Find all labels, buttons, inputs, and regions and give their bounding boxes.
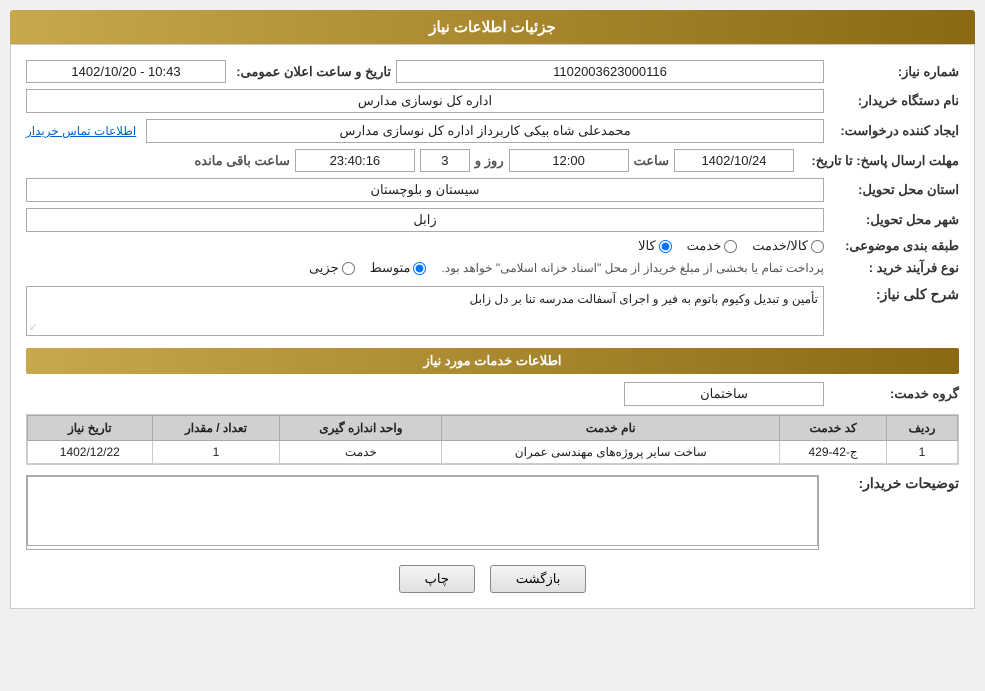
buyer-org-label: نام دستگاه خریدار: <box>829 93 959 109</box>
service-group-label: گروه خدمت: <box>829 386 959 402</box>
category-option-kala[interactable]: کالا <box>638 238 672 254</box>
cell-name: ساخت سایر پروژه‌های مهندسی عمران <box>442 441 780 464</box>
creator-label: ایجاد کننده درخواست: <box>829 123 959 139</box>
category-radio-group: کالا/خدمت خدمت کالا <box>638 238 824 254</box>
radio-jozi[interactable] <box>342 262 355 275</box>
col-header-row: ردیف <box>887 416 958 441</box>
category-row: طبقه بندی موضوعی: کالا/خدمت خدمت کالا <box>26 238 959 254</box>
category-option-khedmat[interactable]: خدمت <box>687 238 738 254</box>
col-header-unit: واحد اندازه گیری <box>280 416 442 441</box>
table-body: 1 ج-42-429 ساخت سایر پروژه‌های مهندسی عم… <box>28 441 958 464</box>
cell-date: 1402/12/22 <box>28 441 153 464</box>
need-description-section: شرح کلی نیاز: تأمین و تبدیل وکیوم باتوم … <box>26 286 959 336</box>
category-label: طبقه بندی موضوعی: <box>829 238 959 254</box>
response-remaining-label: ساعت باقی مانده <box>194 153 289 169</box>
purchase-type-jozi[interactable]: جزیی <box>309 260 355 276</box>
cell-unit: خدمت <box>280 441 442 464</box>
response-date-value: 1402/10/24 <box>674 149 794 172</box>
services-table: ردیف کد خدمت نام خدمت واحد اندازه گیری ت… <box>27 415 958 464</box>
category-option-kala-khedmat[interactable]: کالا/خدمت <box>752 238 824 254</box>
page-header: جزئیات اطلاعات نیاز <box>10 10 975 44</box>
print-button[interactable]: چاپ <box>399 565 475 593</box>
col-header-qty: تعداد / مقدار <box>152 416 280 441</box>
response-days-label: روز و <box>475 153 504 169</box>
service-group-row: گروه خدمت: ساختمان <box>26 382 959 406</box>
radio-kala-khedmat[interactable] <box>811 240 824 253</box>
need-number-label: شماره نیاز: <box>829 64 959 80</box>
main-content: شماره نیاز: 1102003623000116 تاریخ و ساع… <box>10 44 975 609</box>
creator-value: محمدعلی شاه بیکی کاربرداز اداره کل نوساز… <box>146 119 824 143</box>
cell-row: 1 <box>887 441 958 464</box>
response-time-value: 12:00 <box>509 149 629 172</box>
deadline-row: مهلت ارسال پاسخ: تا تاریخ: 1402/10/24 سا… <box>26 149 959 172</box>
col-header-code: کد خدمت <box>780 416 887 441</box>
response-remaining-value: 23:40:16 <box>295 149 415 172</box>
deadline-label: مهلت ارسال پاسخ: تا تاریخ: <box>799 153 959 169</box>
city-label: شهر محل تحویل: <box>829 212 959 228</box>
table-header: ردیف کد خدمت نام خدمت واحد اندازه گیری ت… <box>28 416 958 441</box>
services-section-title: اطلاعات خدمات مورد نیاز <box>26 348 959 374</box>
header-title: جزئیات اطلاعات نیاز <box>429 19 556 36</box>
buyer-notes-textarea[interactable] <box>27 476 818 546</box>
response-time-label: ساعت <box>634 153 669 169</box>
cell-code: ج-42-429 <box>780 441 887 464</box>
buyer-org-value: اداره کل نوسازی مدارس <box>26 89 824 113</box>
buyer-org-row: نام دستگاه خریدار: اداره کل نوسازی مدارس <box>26 89 959 113</box>
province-label: استان محل تحویل: <box>829 182 959 198</box>
radio-khedmat[interactable] <box>724 240 737 253</box>
buyer-notes-label: توضیحات خریدار: <box>829 475 959 492</box>
buyer-notes-wrapper <box>26 475 819 550</box>
table-row: 1 ج-42-429 ساخت سایر پروژه‌های مهندسی عم… <box>28 441 958 464</box>
response-days-value: 3 <box>420 149 470 172</box>
col-header-name: نام خدمت <box>442 416 780 441</box>
city-value: زابل <box>26 208 824 232</box>
purchase-type-group: پرداخت تمام یا بخشی از مبلغ خریداز از مح… <box>309 260 824 276</box>
purchase-type-row: نوع فرآیند خرید : پرداخت تمام یا بخشی از… <box>26 260 959 276</box>
radio-tavassot[interactable] <box>413 262 426 275</box>
province-row: استان محل تحویل: سیستان و بلوچستان <box>26 178 959 202</box>
buyer-notes-section: توضیحات خریدار: <box>26 475 959 550</box>
cell-quantity: 1 <box>152 441 280 464</box>
need-number-value: 1102003623000116 <box>396 60 824 83</box>
service-group-value: ساختمان <box>624 382 824 406</box>
radio-kala-khedmat-label: کالا/خدمت <box>752 238 808 254</box>
date-announce-value: 1402/10/20 - 10:43 <box>26 60 226 83</box>
page-wrapper: جزئیات اطلاعات نیاز شماره نیاز: 11020036… <box>0 0 985 691</box>
purchase-note: پرداخت تمام یا بخشی از مبلغ خریداز از مح… <box>441 261 824 275</box>
date-announce-label: تاریخ و ساعت اعلان عمومی: <box>231 64 391 80</box>
radio-jozi-label: جزیی <box>309 260 339 276</box>
province-value: سیستان و بلوچستان <box>26 178 824 202</box>
radio-kala[interactable] <box>659 240 672 253</box>
col-header-date: تاریخ نیاز <box>28 416 153 441</box>
creator-row: ایجاد کننده درخواست: محمدعلی شاه بیکی کا… <box>26 119 959 143</box>
radio-tavassot-label: متوسط <box>370 260 411 276</box>
back-button[interactable]: بازگشت <box>490 565 586 593</box>
button-row: بازگشت چاپ <box>26 565 959 593</box>
purchase-type-tavassot[interactable]: متوسط <box>370 260 427 276</box>
services-table-container: ردیف کد خدمت نام خدمت واحد اندازه گیری ت… <box>26 414 959 465</box>
need-number-row: شماره نیاز: 1102003623000116 تاریخ و ساع… <box>26 60 959 83</box>
city-row: شهر محل تحویل: زابل <box>26 208 959 232</box>
radio-kala-label: کالا <box>638 238 656 254</box>
purchase-type-label: نوع فرآیند خرید : <box>829 260 959 276</box>
radio-khedmat-label: خدمت <box>687 238 722 254</box>
contact-link[interactable]: اطلاعات تماس خریدار <box>26 124 136 138</box>
